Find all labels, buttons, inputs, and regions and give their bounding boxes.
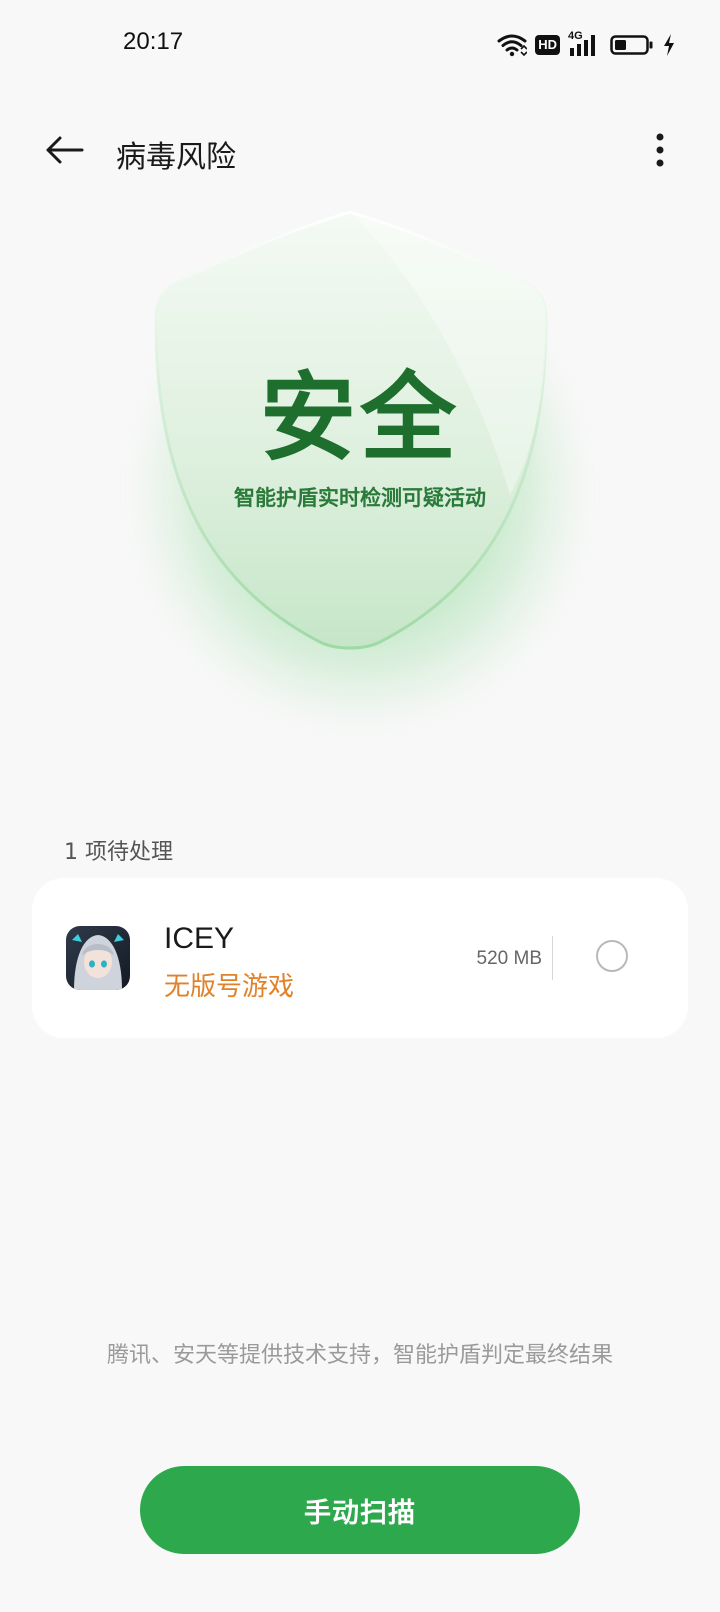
more-options-button[interactable] — [644, 130, 676, 174]
app-name: ICEY — [164, 922, 235, 955]
status-icons: HD 4G — [497, 30, 676, 60]
pending-item-card[interactable]: ICEY 无版号游戏 520 MB — [32, 878, 688, 1038]
select-checkbox[interactable] — [596, 940, 628, 972]
4g-signal-icon: 4G — [568, 30, 602, 58]
app-size: 520 MB — [476, 948, 542, 969]
security-shield: 安全 智能护盾实时检测可疑活动 — [80, 190, 640, 790]
risk-tag: 无版号游戏 — [164, 972, 295, 1002]
security-status: 安全 — [260, 362, 460, 474]
status-time: 20:17 — [123, 28, 184, 55]
divider — [552, 936, 553, 980]
page-title: 病毒风险 — [116, 140, 236, 175]
hd-icon: HD — [535, 35, 560, 55]
pending-count-label: 1 项待处理 — [64, 840, 173, 865]
more-vertical-icon — [655, 133, 665, 171]
charging-icon — [662, 33, 676, 57]
security-description: 智能护盾实时检测可疑活动 — [234, 486, 486, 510]
battery-icon — [610, 34, 654, 56]
status-bar: 20:17 HD 4G — [0, 0, 720, 90]
wifi-icon — [497, 33, 528, 57]
manual-scan-button[interactable]: 手动扫描 — [140, 1466, 580, 1554]
header: 病毒风险 — [0, 112, 720, 192]
back-button[interactable] — [36, 130, 92, 174]
support-text: 腾讯、安天等提供技术支持，智能护盾判定最终结果 — [106, 1343, 613, 1368]
arrow-left-icon — [44, 135, 84, 169]
app-icon — [66, 926, 130, 990]
